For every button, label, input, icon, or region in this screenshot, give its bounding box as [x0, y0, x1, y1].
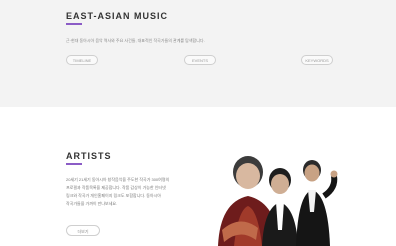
composer-man-right-figure [296, 160, 338, 246]
events-button[interactable]: EVENTS [184, 55, 216, 65]
composer-man-center-figure [262, 168, 298, 246]
composers-photo [218, 156, 338, 246]
artists-description-line: 작곡가들을 가까이 만나보세요. [66, 201, 118, 206]
music-section-title: EAST-ASIAN MUSIC [66, 11, 169, 21]
artists-section-description: 20세기 21세기 동아시아 창작음악을 주도한 작곡가 300여명의 프로필과… [66, 176, 196, 208]
artists-section-title: ARTISTS [66, 151, 112, 161]
music-section-description: 근·현대 동아시아 음악 역사와 주요 사건들, 대표적인 작곡가들의 관계를 … [66, 38, 205, 43]
artists-title-underline [66, 163, 82, 165]
artists-more-button[interactable]: 더보기 [66, 225, 100, 236]
artists-description-line: 20세기 21세기 동아시아 창작음악을 주도한 작곡가 300여명의 [66, 177, 170, 182]
timeline-button[interactable]: TIMELINE [66, 55, 98, 65]
music-title-underline [66, 23, 82, 25]
keywords-button[interactable]: KEYWORDS [301, 55, 333, 65]
east-asian-music-section: EAST-ASIAN MUSIC 근·현대 동아시아 음악 역사와 주요 사건들… [0, 0, 396, 107]
artists-description-line: 프로필과 작품목록을 제공합니다. 작품 감상이 가능한 인터넷 [66, 185, 166, 190]
artists-description-line: 링크와 작곡가 개인홈페이지 링크도 포함합니다. 동아시아 [66, 193, 161, 198]
